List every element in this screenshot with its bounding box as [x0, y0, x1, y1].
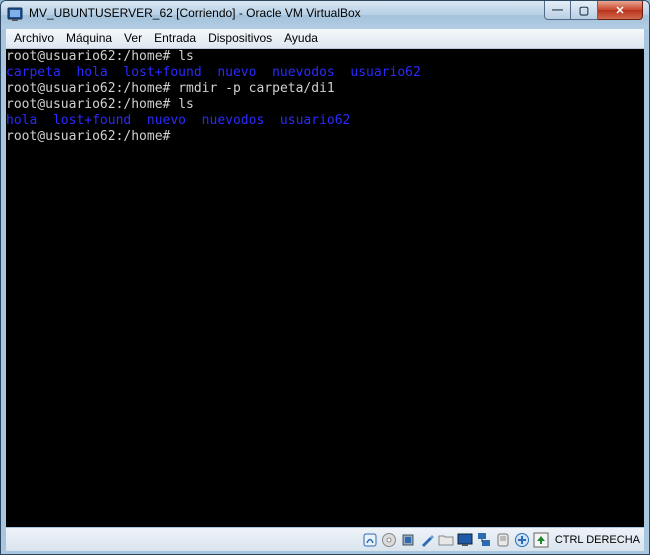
- shell-prompt: root@usuario62:/home#: [6, 49, 171, 64]
- window-controls: — ▢ ✕: [544, 1, 643, 21]
- virtualbox-app-icon: [7, 6, 23, 22]
- terminal-line: root@usuario62:/home#: [6, 129, 644, 145]
- minimize-icon: —: [552, 4, 563, 16]
- title-bar[interactable]: MV_UBUNTUSERVER_62 [Corriendo] - Oracle …: [1, 1, 649, 29]
- usb-icon[interactable]: [400, 532, 416, 548]
- menu-archivo[interactable]: Archivo: [6, 29, 60, 48]
- host-key-label: CTRL DERECHA: [554, 533, 640, 546]
- menu-bar: Archivo Máquina Ver Entrada Dispositivos…: [6, 29, 644, 49]
- maximize-icon: ▢: [578, 4, 590, 17]
- capture-arrow-icon[interactable]: [533, 532, 549, 548]
- recording-icon[interactable]: [495, 532, 511, 548]
- window-title: MV_UBUNTUSERVER_62 [Corriendo] - Oracle …: [29, 6, 361, 20]
- display-icon[interactable]: [457, 532, 473, 548]
- terminal-line: root@usuario62:/home# rmdir -p carpeta/d…: [6, 81, 644, 97]
- shell-command: rmdir -p carpeta/di1: [170, 81, 335, 96]
- maximize-button[interactable]: ▢: [571, 1, 598, 20]
- shell-command: ls: [170, 97, 194, 112]
- hard-disk-icon[interactable]: [362, 532, 378, 548]
- terminal-line: root@usuario62:/home# ls: [6, 97, 644, 113]
- mouse-integration-icon[interactable]: [514, 532, 530, 548]
- directory-listing: hola lost+found nuevo nuevodos usuario62: [6, 113, 351, 128]
- directory-listing: carpeta hola lost+found nuevo nuevodos u…: [6, 65, 421, 80]
- virtualbox-window: MV_UBUNTUSERVER_62 [Corriendo] - Oracle …: [0, 0, 650, 555]
- minimize-button[interactable]: —: [544, 1, 571, 20]
- terminal-line: hola lost+found nuevo nuevodos usuario62: [6, 113, 644, 129]
- terminal-line: root@usuario62:/home# ls: [6, 49, 644, 65]
- status-bar: CTRL DERECHA: [6, 528, 644, 551]
- shell-command: ls: [170, 49, 194, 64]
- menu-maquina[interactable]: Máquina: [60, 29, 118, 48]
- shared-folder-pencil-icon[interactable]: [419, 532, 435, 548]
- close-icon: ✕: [615, 4, 625, 17]
- menu-entrada[interactable]: Entrada: [148, 29, 202, 48]
- shared-folder-icon[interactable]: [438, 532, 454, 548]
- menu-dispositivos[interactable]: Dispositivos: [202, 29, 278, 48]
- menu-ayuda[interactable]: Ayuda: [278, 29, 324, 48]
- shell-prompt: root@usuario62:/home#: [6, 81, 171, 96]
- vm-console-screen[interactable]: root@usuario62:/home# ls carpeta hola lo…: [6, 49, 644, 527]
- terminal-line: carpeta hola lost+found nuevo nuevodos u…: [6, 65, 644, 81]
- menu-ver[interactable]: Ver: [118, 29, 148, 48]
- close-button[interactable]: ✕: [598, 1, 643, 20]
- network-icon[interactable]: [476, 532, 492, 548]
- optical-drive-icon[interactable]: [381, 532, 397, 548]
- shell-prompt: root@usuario62:/home#: [6, 129, 171, 144]
- shell-prompt: root@usuario62:/home#: [6, 97, 171, 112]
